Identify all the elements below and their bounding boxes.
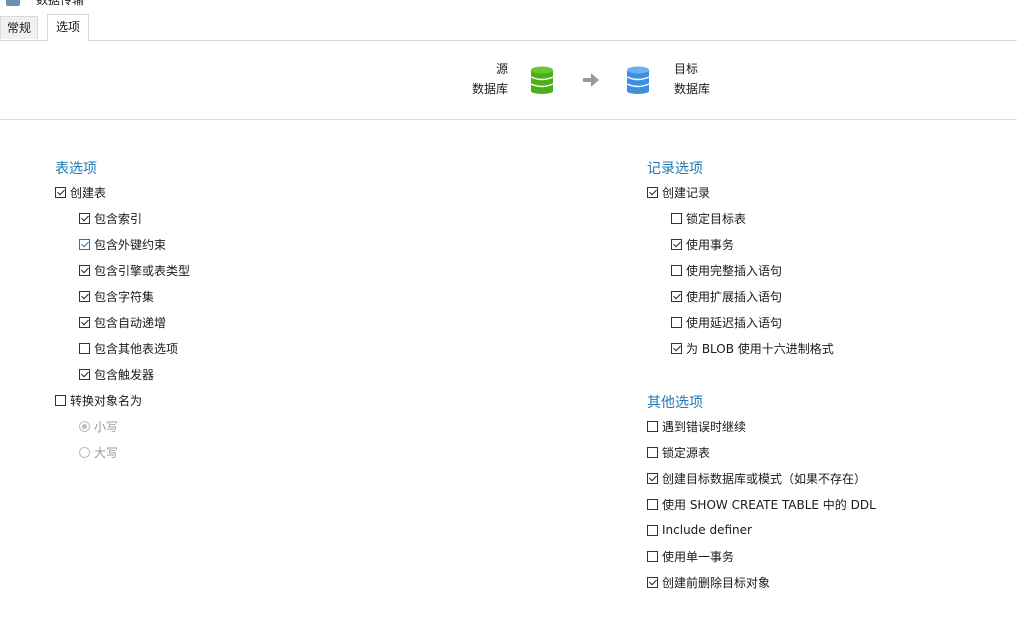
delayed-insert-label: 使用延迟插入语句 [686,315,783,330]
delayed-insert-checkbox[interactable] [671,316,682,328]
include-other-table-options-option[interactable]: 包含其他表选项 [79,339,178,357]
lock-target-table-label: 锁定目标表 [686,211,747,226]
lowercase-radio[interactable] [79,420,90,432]
title-bar: 数据传输 [0,0,1017,8]
include-auto-increment-label: 包含自动递增 [94,315,167,330]
include-charset-label: 包含字符集 [94,289,155,304]
use-transaction-checkbox[interactable] [671,238,682,250]
include-foreign-key-label: 包含外键约束 [94,237,167,252]
include-definer-checkbox[interactable] [647,524,658,536]
include-auto-increment-checkbox[interactable] [79,316,90,328]
lock-target-table-option[interactable]: 锁定目标表 [671,209,746,227]
include-engine-checkbox[interactable] [79,264,90,276]
include-triggers-label: 包含触发器 [94,367,155,382]
transfer-header: 源 数据库 目标 数据库 [0,41,1017,120]
continue-on-error-label: 遇到错误时继续 [662,419,747,434]
show-create-table-ddl-label: 使用 SHOW CREATE TABLE 中的 DDL [662,497,876,512]
include-charset-option[interactable]: 包含字符集 [79,287,154,305]
record-options-title: 记录选项 [647,161,703,177]
drop-target-before-create-label: 创建前删除目标对象 [662,575,771,590]
extended-insert-option[interactable]: 使用扩展插入语句 [671,287,782,305]
app-icon [6,0,20,6]
blob-hex-label: 为 BLOB 使用十六进制格式 [686,341,834,356]
single-transaction-option[interactable]: 使用单一事务 [647,547,734,565]
lowercase-option[interactable]: 小写 [79,417,118,435]
table-options-title: 表选项 [55,161,97,177]
blob-hex-checkbox[interactable] [671,342,682,354]
include-other-table-options-label: 包含其他表选项 [94,341,179,356]
include-triggers-option[interactable]: 包含触发器 [79,365,154,383]
extended-insert-checkbox[interactable] [671,290,682,302]
complete-insert-option[interactable]: 使用完整插入语句 [671,261,782,279]
arrow-right-icon [583,73,599,87]
lock-target-table-checkbox[interactable] [671,212,682,224]
include-index-checkbox[interactable] [79,212,90,224]
include-foreign-key-checkbox[interactable] [79,238,90,250]
create-target-db-option[interactable]: 创建目标数据库或模式（如果不存在） [647,469,866,487]
lock-source-table-option[interactable]: 锁定源表 [647,443,710,461]
complete-insert-label: 使用完整插入语句 [686,263,783,278]
window-title: 数据传输 [36,0,85,7]
drop-target-before-create-option[interactable]: 创建前删除目标对象 [647,573,770,591]
continue-on-error-option[interactable]: 遇到错误时继续 [647,417,746,435]
create-table-option[interactable]: 创建表 [55,183,106,201]
tab-general[interactable]: 常规 [0,16,39,39]
uppercase-radio[interactable] [79,446,90,458]
show-create-table-ddl-checkbox[interactable] [647,498,658,510]
convert-names-label: 转换对象名为 [70,393,143,408]
lock-source-table-checkbox[interactable] [647,446,658,458]
convert-names-option[interactable]: 转换对象名为 [55,391,142,409]
include-charset-checkbox[interactable] [79,290,90,302]
extended-insert-label: 使用扩展插入语句 [686,289,783,304]
tab-bar: 常规 选项 [0,14,1017,41]
include-definer-option[interactable]: Include definer [647,521,752,539]
create-table-label: 创建表 [70,185,107,200]
create-records-checkbox[interactable] [647,186,658,198]
convert-names-checkbox[interactable] [55,394,66,406]
create-target-db-label: 创建目标数据库或模式（如果不存在） [662,471,867,486]
tab-options[interactable]: 选项 [47,14,90,41]
include-triggers-checkbox[interactable] [79,368,90,380]
include-engine-option[interactable]: 包含引擎或表类型 [79,261,190,279]
lowercase-label: 小写 [94,419,119,434]
create-records-label: 创建记录 [662,185,711,200]
create-table-checkbox[interactable] [55,186,66,198]
target-type-label: 数据库 [674,82,711,96]
blob-hex-option[interactable]: 为 BLOB 使用十六进制格式 [671,339,834,357]
target-label: 目标 [674,62,699,76]
include-definer-label: Include definer [662,523,752,537]
include-other-table-options-checkbox[interactable] [79,342,90,354]
show-create-table-ddl-option[interactable]: 使用 SHOW CREATE TABLE 中的 DDL [647,495,876,513]
complete-insert-checkbox[interactable] [671,264,682,276]
single-transaction-label: 使用单一事务 [662,549,735,564]
other-options-title: 其他选项 [647,395,703,411]
source-label: 源 [495,62,508,76]
use-transaction-label: 使用事务 [686,237,735,252]
source-type-label: 数据库 [471,82,508,96]
include-foreign-key-option[interactable]: 包含外键约束 [79,235,166,253]
single-transaction-checkbox[interactable] [647,550,658,562]
continue-on-error-checkbox[interactable] [647,420,658,432]
drop-target-before-create-checkbox[interactable] [647,576,658,588]
database-blue-icon [626,66,650,94]
include-engine-label: 包含引擎或表类型 [94,263,191,278]
include-index-label: 包含索引 [94,211,143,226]
lock-source-table-label: 锁定源表 [662,445,711,460]
use-transaction-option[interactable]: 使用事务 [671,235,734,253]
create-target-db-checkbox[interactable] [647,472,658,484]
uppercase-option[interactable]: 大写 [79,443,118,461]
create-records-option[interactable]: 创建记录 [647,183,710,201]
include-auto-increment-option[interactable]: 包含自动递增 [79,313,166,331]
uppercase-label: 大写 [94,445,119,460]
include-index-option[interactable]: 包含索引 [79,209,142,227]
database-green-icon [530,66,554,94]
delayed-insert-option[interactable]: 使用延迟插入语句 [671,313,782,331]
